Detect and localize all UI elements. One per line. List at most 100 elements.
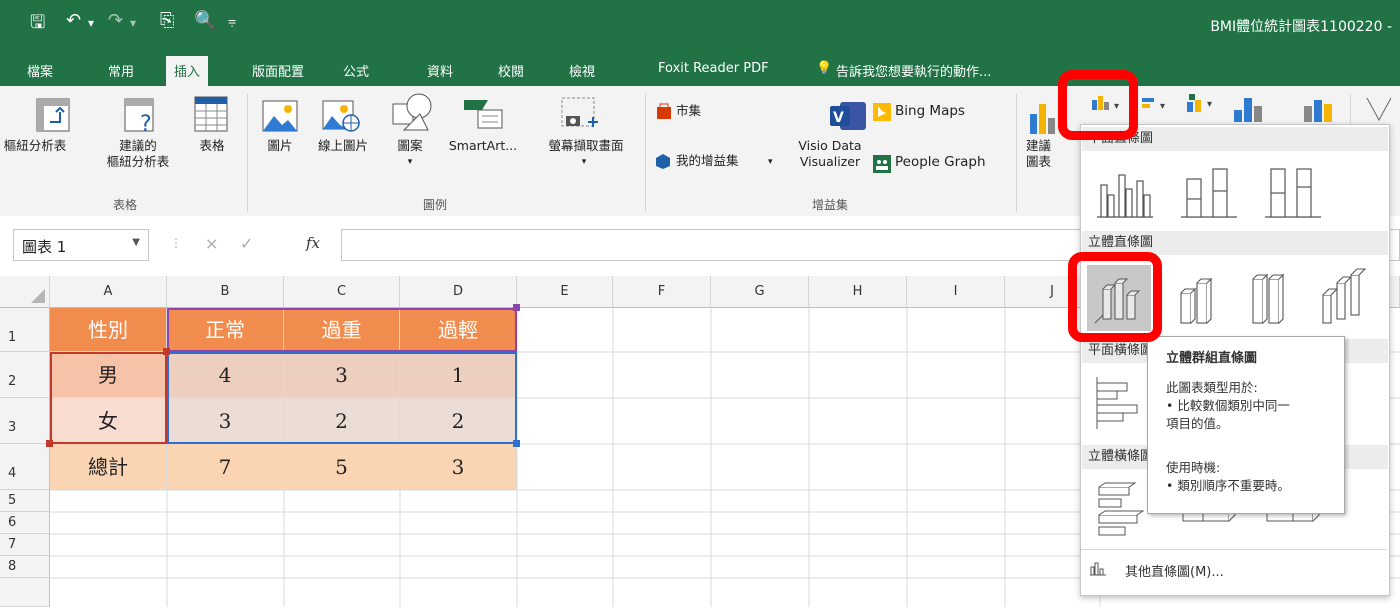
row-header-5[interactable]: 5 <box>0 490 50 512</box>
smartart-icon <box>464 100 503 129</box>
column-header-e[interactable]: E <box>517 276 613 308</box>
tab-foxit[interactable]: Foxit Reader PDF <box>658 61 769 76</box>
row-header-8[interactable]: 8 <box>0 556 50 578</box>
column-header-b[interactable]: B <box>167 276 284 308</box>
window-title: BMI體位統計圖表1100220 - <box>1210 19 1392 35</box>
hierarchy-chart-dropdown-icon[interactable]: ▾ <box>1185 92 1225 114</box>
cell-a1[interactable]: 性別 <box>50 308 167 352</box>
splitter-handle[interactable]: ⋮ <box>170 236 182 250</box>
range-handle[interactable] <box>513 440 520 447</box>
shapes-icon <box>392 93 432 131</box>
people-graph-button[interactable]: People Graph <box>895 154 986 170</box>
people-graph-icon <box>873 155 891 173</box>
combo-chart-icon[interactable] <box>1300 94 1340 124</box>
lightbulb-icon: 💡 <box>816 61 833 76</box>
more-column-charts-item[interactable]: 其他直條圖(M)... <box>1081 555 1387 585</box>
online-picture-button[interactable]: 線上圖片 <box>312 138 374 154</box>
cell-c4[interactable]: 5 <box>284 444 400 490</box>
column-header-a[interactable]: A <box>50 276 167 308</box>
select-all-corner[interactable] <box>0 276 50 308</box>
screenshot-dropdown-icon[interactable]: ▾ <box>566 154 602 170</box>
tooltip-line: • 比較數個類別中同一 <box>1166 398 1290 413</box>
my-addins-button[interactable]: 我的增益集 <box>676 153 739 169</box>
undo-dropdown-icon[interactable]: ▾ <box>88 16 94 30</box>
cancel-icon[interactable]: × <box>205 234 218 253</box>
svg-text:?: ? <box>140 112 152 132</box>
recommended-pivot-button[interactable]: 建議的 樞紐分析表 <box>98 138 178 170</box>
cell-b4[interactable]: 7 <box>167 444 284 490</box>
column-header-h[interactable]: H <box>809 276 907 308</box>
pivot-table-button[interactable]: 樞紐分析表 <box>0 138 70 154</box>
bing-maps-button[interactable]: Bing Maps <box>895 103 965 119</box>
range-handle[interactable] <box>513 304 520 311</box>
line-chart-dropdown-icon[interactable]: ▾ <box>1140 94 1180 114</box>
my-addins-icon <box>656 154 670 169</box>
visio-data-visualizer-button[interactable]: Visio Data Visualizer <box>782 138 878 170</box>
row-header-1[interactable]: 1 <box>0 308 50 352</box>
shapes-dropdown-icon[interactable]: ▾ <box>392 154 428 170</box>
redo-dropdown-icon[interactable]: ▾ <box>130 16 136 30</box>
tab-page-layout[interactable]: 版面配置 <box>252 61 304 80</box>
range-handle[interactable] <box>163 348 170 355</box>
clustered-bar-icon[interactable] <box>1095 375 1155 431</box>
group-label-illustrations: 圖例 <box>422 198 447 212</box>
save-icon[interactable]: 🖫 <box>30 10 45 40</box>
tab-home[interactable]: 常用 <box>108 61 134 80</box>
smartart-button[interactable]: SmartArt... <box>440 138 526 154</box>
tooltip-line: 使用時機: <box>1166 460 1221 475</box>
cell-d4[interactable]: 3 <box>400 444 517 490</box>
100-stacked-3d-column-icon <box>1252 273 1285 324</box>
customize-qat-icon[interactable]: ⩦ <box>228 13 236 29</box>
tab-insert[interactable]: 插入 <box>166 56 209 86</box>
chart-type-tooltip: 立體群組直條圖 此圖表類型用於: • 比較數個類別中同一 項目的值。 使用時機:… <box>1147 336 1345 514</box>
tooltip-line: • 類別順序不重要時。 <box>1166 478 1290 493</box>
row-header-6[interactable]: 6 <box>0 512 50 534</box>
tell-me-box[interactable]: 告訴我您想要執行的動作... <box>836 61 991 80</box>
table-icon <box>194 96 228 132</box>
enter-icon[interactable]: ✓ <box>240 234 253 253</box>
row-header-3[interactable]: 3 <box>0 398 50 444</box>
table-button[interactable]: 表格 <box>188 138 236 154</box>
print-preview-icon[interactable]: 🔍 <box>194 10 216 31</box>
range-handle[interactable] <box>46 440 53 447</box>
tab-formulas[interactable]: 公式 <box>343 61 369 80</box>
pivot-chart-icon[interactable] <box>1365 96 1395 122</box>
column-header-g[interactable]: G <box>711 276 809 308</box>
statistic-chart-icon[interactable] <box>1232 94 1268 124</box>
group-separator <box>1016 94 1017 212</box>
tab-file[interactable]: 檔案 <box>27 61 53 80</box>
column-header-i[interactable]: I <box>907 276 1005 308</box>
column-header-c[interactable]: C <box>284 276 400 308</box>
row-header-7[interactable]: 7 <box>0 534 50 556</box>
column-header-d[interactable]: D <box>400 276 517 308</box>
name-box[interactable]: 圖表 1 ▼ <box>13 229 149 261</box>
tab-data[interactable]: 資料 <box>427 61 453 80</box>
shapes-button[interactable]: 圖案 <box>392 138 428 154</box>
recommended-pivot-icon: ? <box>124 98 154 132</box>
screenshot-icon <box>561 97 598 127</box>
redo-icon[interactable]: ↷ <box>108 10 123 31</box>
tab-review[interactable]: 校閱 <box>498 61 524 80</box>
cell-a4[interactable]: 總計 <box>50 444 167 490</box>
row-header-4[interactable]: 4 <box>0 444 50 490</box>
series-name-range-highlight <box>167 308 517 352</box>
3d-column-options <box>1180 268 1367 324</box>
column-header-f[interactable]: F <box>613 276 711 308</box>
row-header-9[interactable] <box>0 578 50 607</box>
menu-divider <box>1081 549 1387 550</box>
name-box-value: 圖表 1 <box>22 238 67 256</box>
save-as-icon[interactable]: ⎘ <box>160 10 174 31</box>
screenshot-button[interactable]: 螢幕擷取畫面 <box>530 138 642 154</box>
insert-function-icon[interactable]: fx <box>306 234 320 252</box>
tab-view[interactable]: 檢視 <box>569 61 595 80</box>
online-picture-icon <box>322 100 360 132</box>
row-header-2[interactable]: 2 <box>0 352 50 398</box>
highlight-3d-clustered-column <box>1068 252 1162 342</box>
picture-button[interactable]: 圖片 <box>258 138 302 154</box>
undo-icon[interactable]: ↶ <box>66 10 81 31</box>
recommended-charts-button[interactable]: 建議 圖表 <box>1026 138 1062 170</box>
svg-text:V: V <box>833 110 844 126</box>
chevron-down-icon[interactable]: ▼ <box>132 237 140 248</box>
store-button[interactable]: 市集 <box>676 103 701 119</box>
my-addins-dropdown-icon[interactable]: ▾ <box>768 154 773 170</box>
